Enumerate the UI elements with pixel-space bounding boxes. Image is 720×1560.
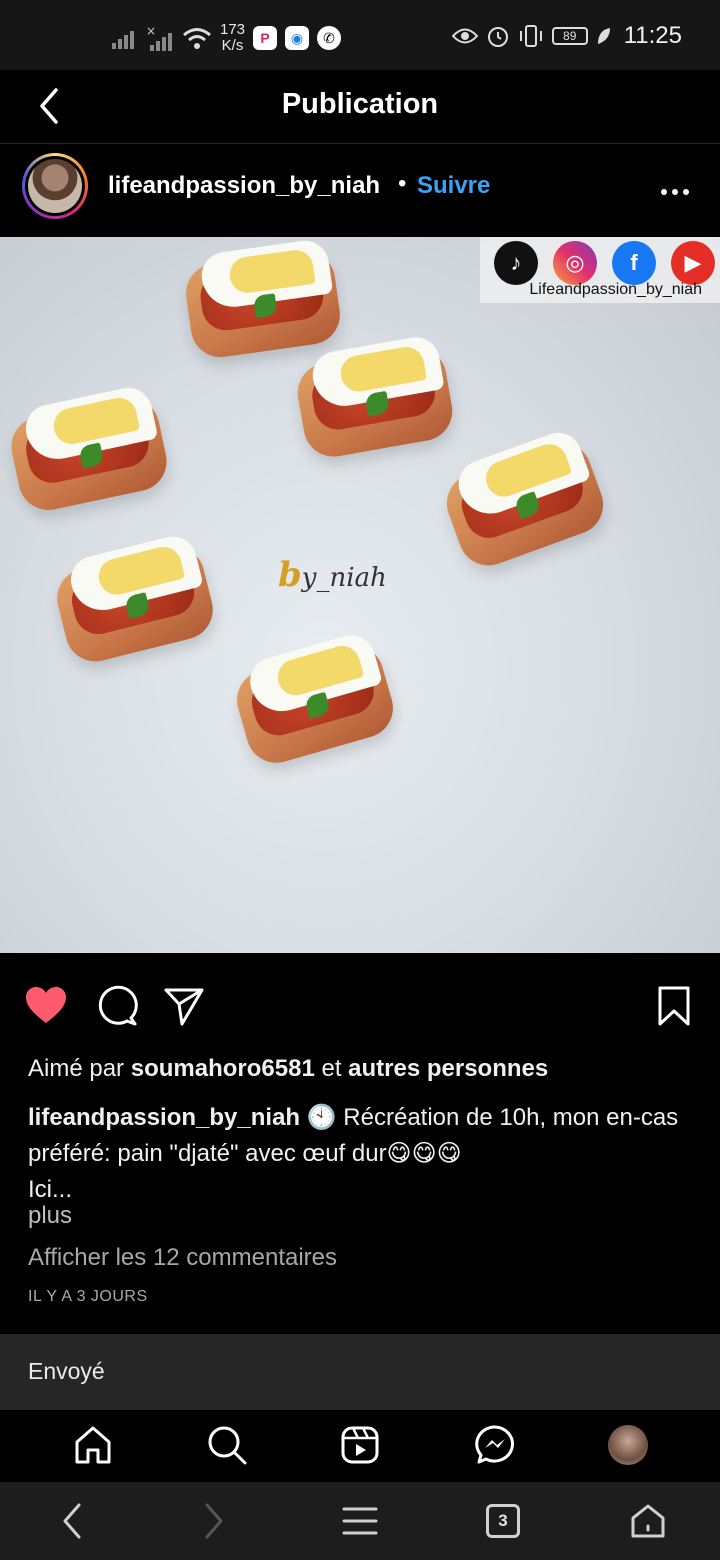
eye-icon — [451, 28, 478, 44]
top-bar: Publication — [0, 70, 720, 144]
search-icon — [208, 1426, 247, 1465]
post-username[interactable]: lifeandpassion_by_niah — [108, 172, 380, 200]
toast-item — [50, 531, 220, 668]
likes-others[interactable]: autres personnes — [348, 1055, 548, 1082]
toast-item — [182, 237, 344, 361]
toast-item — [5, 383, 173, 516]
follow-button[interactable]: Suivre — [417, 172, 490, 200]
avatar-border — [25, 156, 85, 216]
comment-button[interactable] — [95, 984, 139, 1028]
browser-tabs-button[interactable]: 3 — [481, 1499, 525, 1543]
clock: 11:25 — [623, 22, 682, 49]
likes-prefix: Aimé par — [28, 1055, 125, 1082]
sent-banner: Envoyé — [0, 1334, 720, 1410]
menu-icon — [342, 1507, 378, 1535]
alarm-icon — [487, 27, 508, 47]
comment-icon — [98, 985, 138, 1026]
battery-icon: 89 — [551, 27, 588, 45]
home-outline-icon — [631, 1504, 665, 1538]
save-button[interactable] — [652, 984, 696, 1028]
net-speed: 173 K/s — [220, 22, 245, 54]
post-timestamp: IL Y A 3 JOURS — [28, 1288, 148, 1305]
nav-messenger[interactable] — [470, 1420, 520, 1470]
browser-home-button[interactable] — [626, 1499, 670, 1543]
story-ring-avatar[interactable] — [22, 153, 88, 219]
likes-joiner: et — [321, 1055, 342, 1082]
status-bar: × 173 K/s P ◉ ✆ 89 11:25 — [0, 0, 720, 70]
app-q-icon: ◉ — [285, 26, 310, 50]
signature: by_niah — [278, 555, 387, 595]
toast-item — [229, 629, 401, 770]
app-p-icon: P — [253, 26, 278, 50]
browser-menu-button[interactable] — [338, 1499, 382, 1543]
battery-level: 89 — [563, 29, 577, 43]
likes-summary[interactable]: Aimé par soumahoro6581 et autres personn… — [28, 1055, 548, 1083]
likes-user[interactable]: soumahoro6581 — [131, 1055, 315, 1082]
like-button[interactable] — [24, 984, 68, 1028]
caption-username[interactable]: lifeandpassion_by_niah — [28, 1104, 300, 1131]
browser-back-button[interactable] — [50, 1499, 94, 1543]
net-speed-unit: K/s — [221, 37, 244, 54]
watermark-text: Lifeandpassion_by_niah — [529, 281, 702, 298]
nav-home[interactable] — [68, 1420, 118, 1470]
messenger-icon — [475, 1425, 514, 1464]
nav-reels[interactable] — [335, 1420, 385, 1470]
leaf-icon — [597, 28, 610, 44]
toast-item — [438, 426, 612, 574]
nav-search[interactable] — [202, 1420, 252, 1470]
svg-text:×: × — [146, 25, 156, 38]
bottom-nav — [0, 1410, 720, 1482]
browser-toolbar: 3 — [0, 1482, 720, 1560]
caption-line2: Ici... — [28, 1176, 73, 1203]
browser-forward-button[interactable] — [192, 1499, 236, 1543]
post-actions — [0, 978, 720, 1034]
toast-item — [292, 333, 458, 462]
signature-rest: y_niah — [301, 563, 387, 593]
signature-b: b — [278, 555, 302, 595]
chevron-left-icon — [63, 1503, 81, 1539]
home-icon — [75, 1426, 111, 1464]
sent-label: Envoyé — [28, 1358, 105, 1384]
instagram-icon: ◎ — [553, 241, 597, 285]
post-caption: lifeandpassion_by_niah 🕙 Récréation de 1… — [28, 1100, 692, 1208]
bookmark-icon — [658, 986, 690, 1026]
chevron-right-icon — [205, 1503, 223, 1539]
facebook-icon: f — [612, 241, 656, 285]
post-header: lifeandpassion_by_niah • Suivre — [0, 145, 720, 237]
vibrate-icon — [519, 25, 542, 47]
view-comments-link[interactable]: Afficher les 12 commentaires — [28, 1244, 337, 1272]
more-dots-icon — [661, 189, 689, 195]
youtube-icon: ▶ — [671, 241, 715, 285]
status-left: × 173 K/s P ◉ ✆ — [112, 22, 342, 54]
send-icon — [164, 988, 204, 1026]
heart-icon — [26, 987, 66, 1023]
share-button[interactable] — [162, 984, 206, 1028]
avatar — [28, 159, 82, 213]
separator-dot: • — [398, 170, 407, 197]
profile-avatar — [608, 1425, 648, 1465]
status-right: 89 11:25 — [451, 22, 682, 50]
net-speed-value: 173 — [220, 21, 246, 38]
wifi-icon — [183, 28, 211, 49]
reels-icon — [341, 1426, 379, 1464]
whatsapp-icon: ✆ — [317, 26, 342, 50]
tab-count: 3 — [486, 1504, 520, 1538]
signal-off-icon: × — [146, 25, 172, 51]
social-watermark: ♪ ◎ f ▶ Lifeandpassion_by_niah — [480, 237, 720, 303]
nav-profile[interactable] — [603, 1420, 653, 1470]
more-options-button[interactable] — [660, 171, 690, 203]
page-title: Publication — [281, 88, 439, 120]
tiktok-icon: ♪ — [494, 241, 538, 285]
caption-more-link[interactable]: plus — [28, 1202, 72, 1230]
post-image[interactable]: ♪ ◎ f ▶ Lifeandpassion_by_niah by_niah — [0, 237, 720, 953]
signal-icon — [112, 31, 134, 49]
